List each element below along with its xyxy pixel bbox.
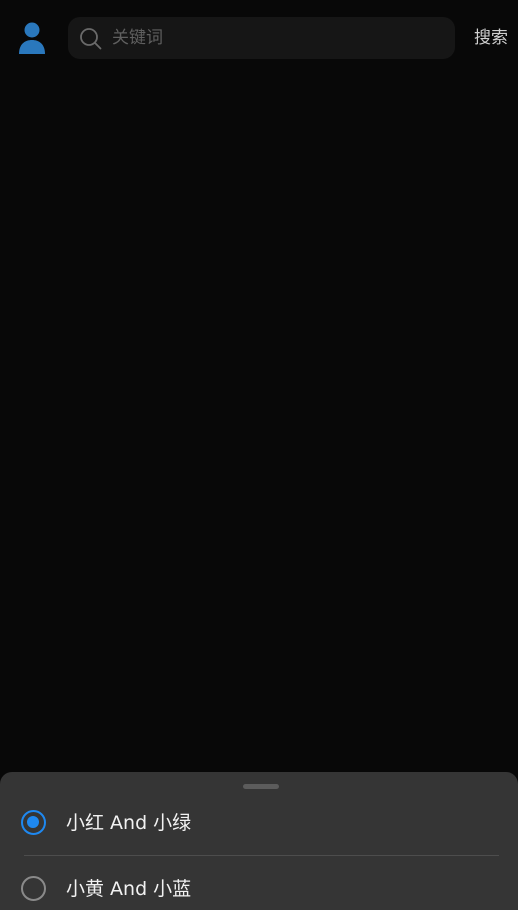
bottom-sheet: 小红 And 小绿 小黄 And 小蓝 [0, 772, 518, 910]
search-icon [79, 27, 103, 51]
user-avatar-icon[interactable] [15, 20, 49, 56]
radio-selected-icon[interactable] [21, 810, 46, 835]
search-bar[interactable] [68, 17, 455, 59]
top-bar: 搜索 [0, 0, 518, 76]
option-red-green[interactable]: 小红 And 小绿 [0, 792, 518, 854]
option-label: 小红 And 小绿 [66, 812, 192, 834]
option-yellow-blue[interactable]: 小黄 And 小蓝 [0, 858, 518, 910]
search-input[interactable] [112, 17, 442, 59]
app-screen: 搜索 小红 And 小绿 小黄 And 小蓝 [0, 0, 518, 910]
option-label: 小黄 And 小蓝 [66, 878, 192, 900]
drag-handle[interactable] [243, 784, 279, 789]
search-button[interactable]: 搜索 [468, 24, 514, 52]
divider [24, 855, 499, 856]
radio-unselected-icon[interactable] [21, 876, 46, 901]
